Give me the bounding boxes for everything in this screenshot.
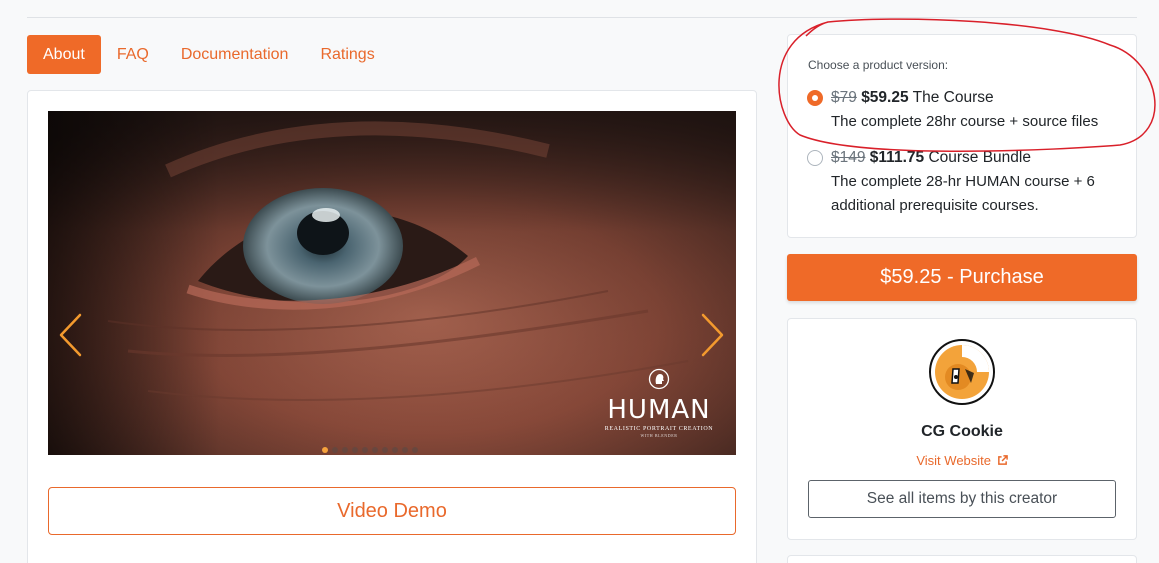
chevron-left-icon[interactable] xyxy=(56,312,86,358)
version-option-bundle[interactable]: $149 $111.75 Course Bundle The complete … xyxy=(806,146,1126,218)
carousel-dot[interactable] xyxy=(412,447,418,453)
tab-ratings[interactable]: Ratings xyxy=(304,35,390,74)
carousel-dot[interactable] xyxy=(372,447,378,453)
carousel-indicators xyxy=(322,447,418,453)
visit-website-label: Visit Website xyxy=(916,453,992,468)
carousel-dot[interactable] xyxy=(402,447,408,453)
logo-subtitle-2: WITH BLENDER xyxy=(640,433,678,438)
carousel-dot[interactable] xyxy=(392,447,398,453)
carousel-dot[interactable] xyxy=(332,447,338,453)
option-name: The Course xyxy=(912,89,994,106)
head-silhouette-icon xyxy=(648,368,670,390)
option-name: Course Bundle xyxy=(928,149,1031,166)
creator-avatar[interactable] xyxy=(929,339,995,405)
radio-unselected[interactable] xyxy=(807,150,823,166)
external-link-icon xyxy=(997,455,1008,465)
option-description: The complete 28hr course + source files xyxy=(831,113,1099,130)
top-divider xyxy=(27,17,1137,18)
carousel-dot[interactable] xyxy=(382,447,388,453)
tab-documentation[interactable]: Documentation xyxy=(165,35,305,74)
option-description-line-1: The complete 28-hr HUMAN course + 6 xyxy=(831,173,1095,190)
human-logo: HUMAN REALISTIC PORTRAIT CREATION WITH B… xyxy=(604,368,714,439)
video-demo-button[interactable]: Video Demo xyxy=(48,487,736,535)
current-price: $111.75 xyxy=(869,149,925,166)
version-label: Choose a product version: xyxy=(808,58,949,72)
logo-subtitle: REALISTIC PORTRAIT CREATION xyxy=(604,426,714,432)
radio-selected[interactable] xyxy=(807,90,823,106)
version-option-course[interactable]: $79 $59.25 The Course The complete 28hr … xyxy=(806,86,1126,134)
carousel-dot[interactable] xyxy=(352,447,358,453)
option-description-line-2: additional prerequisite courses. xyxy=(831,197,1039,214)
image-carousel: HUMAN REALISTIC PORTRAIT CREATION WITH B… xyxy=(48,111,736,455)
old-price: $79 xyxy=(831,89,857,106)
carousel-dot[interactable] xyxy=(362,447,368,453)
current-price: $59.25 xyxy=(861,89,909,106)
carousel-dot[interactable] xyxy=(322,447,328,453)
purchase-button[interactable]: $59.25 - Purchase xyxy=(787,254,1137,301)
tab-bar: About FAQ Documentation Ratings xyxy=(27,35,391,74)
creator-name: CG Cookie xyxy=(921,423,1003,440)
see-all-items-button[interactable]: See all items by this creator xyxy=(808,480,1116,518)
tab-about[interactable]: About xyxy=(27,35,101,74)
chevron-right-icon[interactable] xyxy=(697,312,727,358)
visit-website-link[interactable]: Visit Website xyxy=(787,453,1137,468)
old-price: $149 xyxy=(831,149,866,166)
logo-word: HUMAN xyxy=(607,395,711,425)
carousel-dot[interactable] xyxy=(342,447,348,453)
tab-faq[interactable]: FAQ xyxy=(101,35,165,74)
next-card xyxy=(787,555,1137,563)
